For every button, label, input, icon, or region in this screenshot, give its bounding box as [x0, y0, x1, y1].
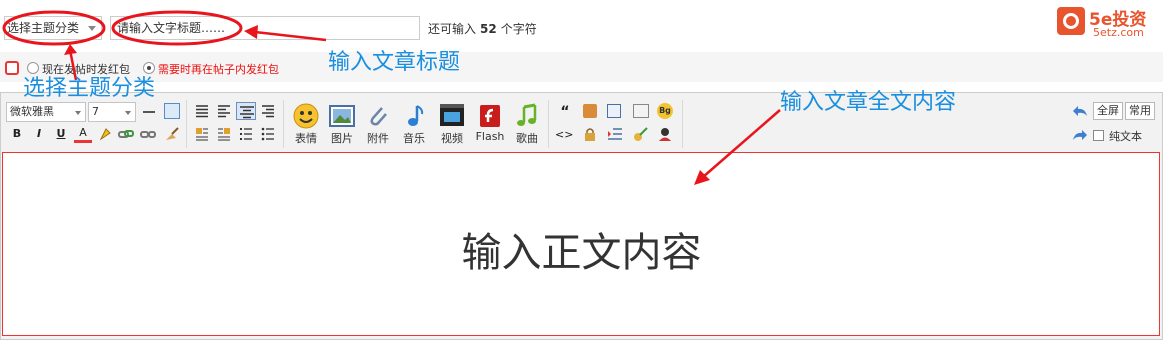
title-input[interactable]: 请输入文字标题……: [110, 16, 420, 40]
category-select[interactable]: 选择主题分类: [4, 16, 102, 40]
font-color-button[interactable]: A: [74, 125, 92, 143]
annotation-input-title: 输入文章标题: [328, 50, 461, 75]
media-label: 表情: [295, 132, 317, 145]
remaining-prefix: 还可输入: [428, 22, 477, 36]
align-justify-icon[interactable]: [195, 104, 209, 118]
undo-icon[interactable]: [1072, 104, 1088, 118]
chevron-down-icon: [88, 26, 96, 31]
align-right-icon[interactable]: [261, 104, 275, 118]
clear-format-icon[interactable]: [163, 125, 181, 143]
background-color-icon[interactable]: [98, 127, 112, 141]
free-icon[interactable]: [583, 104, 597, 118]
toolbar-separator: [682, 100, 683, 148]
chevron-down-icon: [125, 111, 131, 115]
horizontal-rule-icon[interactable]: [143, 111, 155, 113]
common-button[interactable]: 常用: [1125, 102, 1155, 120]
video-icon[interactable]: [438, 102, 466, 130]
site-logo[interactable]: 5e投资 5etz.com: [1057, 4, 1161, 40]
font-size-select[interactable]: 7: [88, 102, 136, 122]
remaining-suffix: 个字符: [500, 22, 537, 36]
music-note-icon[interactable]: [400, 102, 428, 130]
toolbar-separator: [283, 100, 284, 148]
annotation-select-category: 选择主题分类: [23, 76, 156, 101]
logo-mark-icon: [1057, 7, 1085, 35]
paperclip-icon[interactable]: [364, 102, 392, 130]
song-icon[interactable]: [513, 102, 541, 130]
plain-text-checkbox[interactable]: [1093, 130, 1104, 141]
media-label: 歌曲: [516, 132, 538, 145]
font-family-select[interactable]: 微软雅黑: [6, 102, 86, 122]
code-button[interactable]: <>: [555, 126, 573, 144]
category-select-value: 选择主题分类: [7, 21, 80, 35]
bold-button[interactable]: B: [8, 125, 26, 143]
smiley-icon[interactable]: [292, 102, 320, 130]
link-icon[interactable]: [118, 127, 134, 141]
unlink-icon[interactable]: [140, 127, 156, 141]
remaining-count: 52: [480, 22, 497, 36]
media-label: 图片: [331, 132, 353, 145]
font-size-value: 7: [92, 105, 99, 118]
underline-button[interactable]: U: [52, 125, 70, 143]
media-label: 音乐: [403, 132, 425, 145]
font-family-value: 微软雅黑: [10, 105, 54, 118]
media-label: 视频: [441, 132, 463, 145]
title-input-placeholder: 请输入文字标题……: [117, 21, 226, 35]
align-center-button[interactable]: [236, 102, 256, 120]
fullscreen-button[interactable]: 全屏: [1093, 102, 1123, 120]
flash-icon[interactable]: [476, 102, 504, 130]
italic-button[interactable]: I: [30, 125, 48, 143]
image-icon[interactable]: [328, 102, 356, 130]
plain-text-label: 纯文本: [1109, 130, 1142, 143]
content-placeholder: 输入正文内容: [461, 230, 702, 276]
align-left-icon[interactable]: [217, 104, 231, 118]
redo-icon[interactable]: [1072, 128, 1088, 142]
columns-icon[interactable]: [633, 104, 649, 118]
annotation-input-body: 输入文章全文内容: [780, 90, 957, 115]
background-icon[interactable]: Bg: [657, 103, 673, 119]
float-right-icon[interactable]: [217, 127, 231, 141]
chevron-down-icon: [75, 111, 81, 115]
indent-icon[interactable]: [607, 127, 623, 141]
red-packet-icon[interactable]: [5, 61, 19, 75]
quote-button[interactable]: “: [556, 103, 574, 121]
table-icon[interactable]: [164, 103, 180, 119]
toolbar-separator: [548, 100, 549, 148]
logo-url: 5etz.com: [1093, 26, 1144, 39]
radio-packet-later-label: 需要时再在帖子内发红包: [158, 63, 279, 76]
key-icon[interactable]: [633, 126, 649, 142]
media-label: Flash: [475, 130, 505, 143]
unordered-list-icon[interactable]: [261, 127, 275, 141]
hide-user-icon[interactable]: [657, 126, 673, 142]
float-left-icon[interactable]: [195, 127, 209, 141]
media-label: 附件: [367, 132, 389, 145]
lock-icon[interactable]: [583, 127, 597, 141]
ordered-list-icon[interactable]: [239, 127, 253, 141]
toolbar-separator: [186, 100, 187, 148]
page-icon[interactable]: [607, 104, 621, 118]
remaining-chars: 还可输入 52 个字符: [428, 20, 537, 37]
